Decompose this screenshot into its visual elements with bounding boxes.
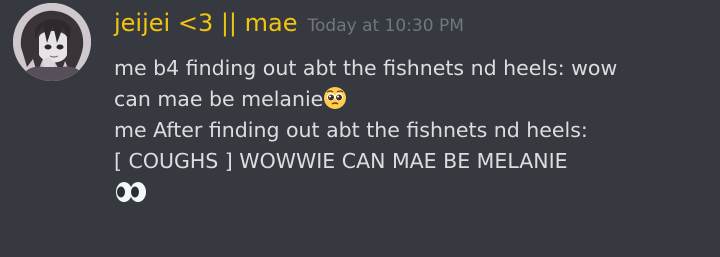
message-text: me b4 finding out abt the fishnets nd he… bbox=[114, 56, 618, 80]
timestamp[interactable]: Today at 10:30 PM bbox=[308, 16, 464, 36]
avatar-drawing bbox=[13, 3, 91, 81]
message-line: me After finding out abt the fishnets nd… bbox=[114, 115, 714, 146]
chat-message: jeijei <3 || mae Today at 10:30 PM me b4 … bbox=[0, 0, 720, 257]
username[interactable]: jeijei <3 || mae bbox=[114, 9, 298, 37]
message-line: can mae be melanie bbox=[114, 84, 714, 115]
message-text: me After finding out abt the fishnets nd… bbox=[114, 118, 588, 142]
message-line bbox=[114, 177, 714, 208]
message-text: can mae be melanie bbox=[114, 87, 324, 111]
avatar[interactable] bbox=[13, 3, 91, 81]
message-line: [ COUGHS ] WOWWIE CAN MAE BE MELANIE bbox=[114, 146, 714, 177]
eyes-emoji[interactable] bbox=[114, 181, 148, 203]
message-header: jeijei <3 || mae Today at 10:30 PM bbox=[114, 4, 464, 44]
message-text: [ COUGHS ] WOWWIE CAN MAE BE MELANIE bbox=[114, 149, 568, 173]
message-line: me b4 finding out abt the fishnets nd he… bbox=[114, 53, 714, 84]
message-content: me b4 finding out abt the fishnets nd he… bbox=[114, 53, 714, 208]
pleading-face-emoji[interactable] bbox=[323, 86, 347, 110]
